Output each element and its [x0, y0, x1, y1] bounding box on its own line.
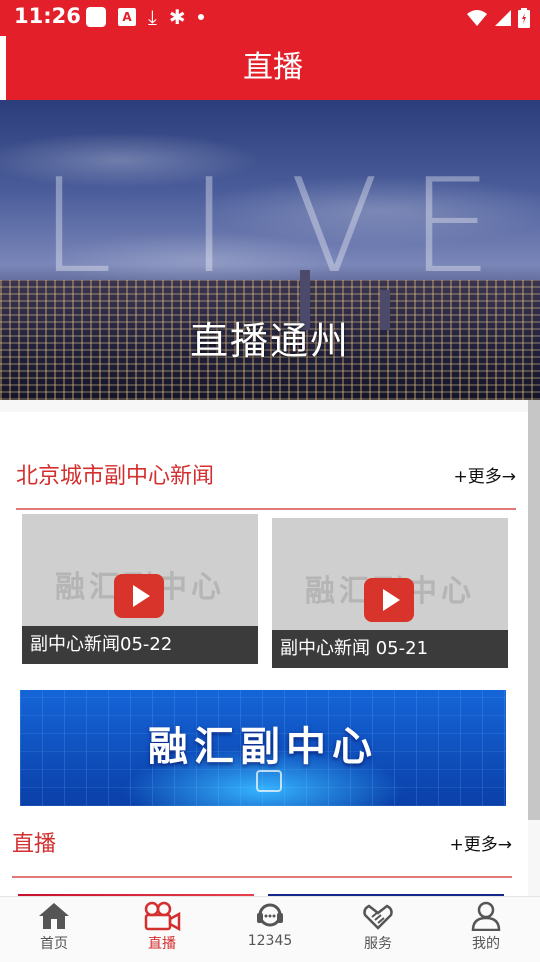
signal-icon — [495, 10, 511, 26]
tab-label: 我的 — [472, 936, 500, 952]
live-banner[interactable]: L I V E 直播通州 — [0, 100, 540, 400]
content-area: 北京城市副中心新闻 +更多→ 融汇副中心 副中心新闻05-22 融汇副中心 副中… — [0, 400, 540, 908]
news-more-link[interactable]: +更多→ — [454, 462, 517, 487]
banner-caption: 直播通州 — [189, 319, 350, 363]
news-section-title: 北京城市副中心新闻 — [16, 464, 215, 489]
live-letter-i: I — [190, 150, 229, 302]
video-caption: 副中心新闻05-22 — [22, 626, 258, 664]
promo-text: 融汇副中心 — [148, 724, 378, 770]
bug-icon: ✱ — [168, 5, 186, 29]
download-icon: ⤓ — [148, 5, 157, 29]
video-card[interactable]: 融汇副中心 副中心新闻 05-21 — [272, 518, 508, 668]
live-letter-l: L — [40, 150, 113, 302]
live-section-header: 直播 +更多→ — [12, 826, 512, 858]
tab-label: 服务 — [364, 936, 392, 952]
live-letter-e: E — [410, 150, 493, 302]
tab-home[interactable]: 首页 — [0, 897, 108, 962]
tab-label: 直播 — [148, 936, 176, 952]
tab-service[interactable]: 服务 — [324, 897, 432, 962]
live-section-title: 直播 — [12, 832, 57, 857]
play-icon[interactable] — [114, 574, 164, 618]
tab-12345[interactable]: 12345 — [216, 897, 324, 962]
live-divider — [12, 876, 512, 878]
news-divider — [16, 508, 516, 510]
square-icon — [86, 7, 106, 27]
play-icon[interactable] — [364, 578, 414, 622]
tab-live[interactable]: 直播 — [108, 897, 216, 962]
home-icon — [39, 903, 69, 929]
handshake-icon — [363, 904, 393, 930]
news-section-header: 北京城市副中心新闻 +更多→ — [16, 458, 516, 490]
live-letter-v: V — [290, 150, 379, 302]
status-bar: 11:26 A ⤓ ✱ — [0, 0, 540, 36]
scrollbar[interactable] — [528, 400, 540, 820]
bottom-tab-bar: 首页 直播 12345 服务 我的 — [0, 896, 540, 962]
live-more-link[interactable]: +更多→ — [450, 830, 513, 855]
tab-label: 首页 — [40, 936, 68, 952]
user-icon — [471, 901, 501, 931]
tab-mine[interactable]: 我的 — [432, 897, 540, 962]
screen-play-icon — [256, 770, 282, 792]
video-card[interactable]: 融汇副中心 副中心新闻05-22 — [22, 514, 258, 664]
battery-icon — [518, 8, 530, 28]
page-title: 直播 — [6, 36, 540, 100]
content-card: 北京城市副中心新闻 +更多→ 融汇副中心 副中心新闻05-22 融汇副中心 副中… — [0, 412, 528, 908]
headset-icon — [257, 903, 283, 927]
promo-banner[interactable]: 融汇副中心 — [20, 690, 506, 806]
video-caption: 副中心新闻 05-21 — [272, 630, 508, 668]
a-icon: A — [118, 8, 136, 26]
status-time: 11:26 — [14, 4, 81, 28]
dot-icon — [197, 14, 204, 20]
wifi-icon — [467, 10, 487, 26]
tab-label: 12345 — [247, 933, 293, 949]
video-camera-icon — [144, 901, 181, 931]
